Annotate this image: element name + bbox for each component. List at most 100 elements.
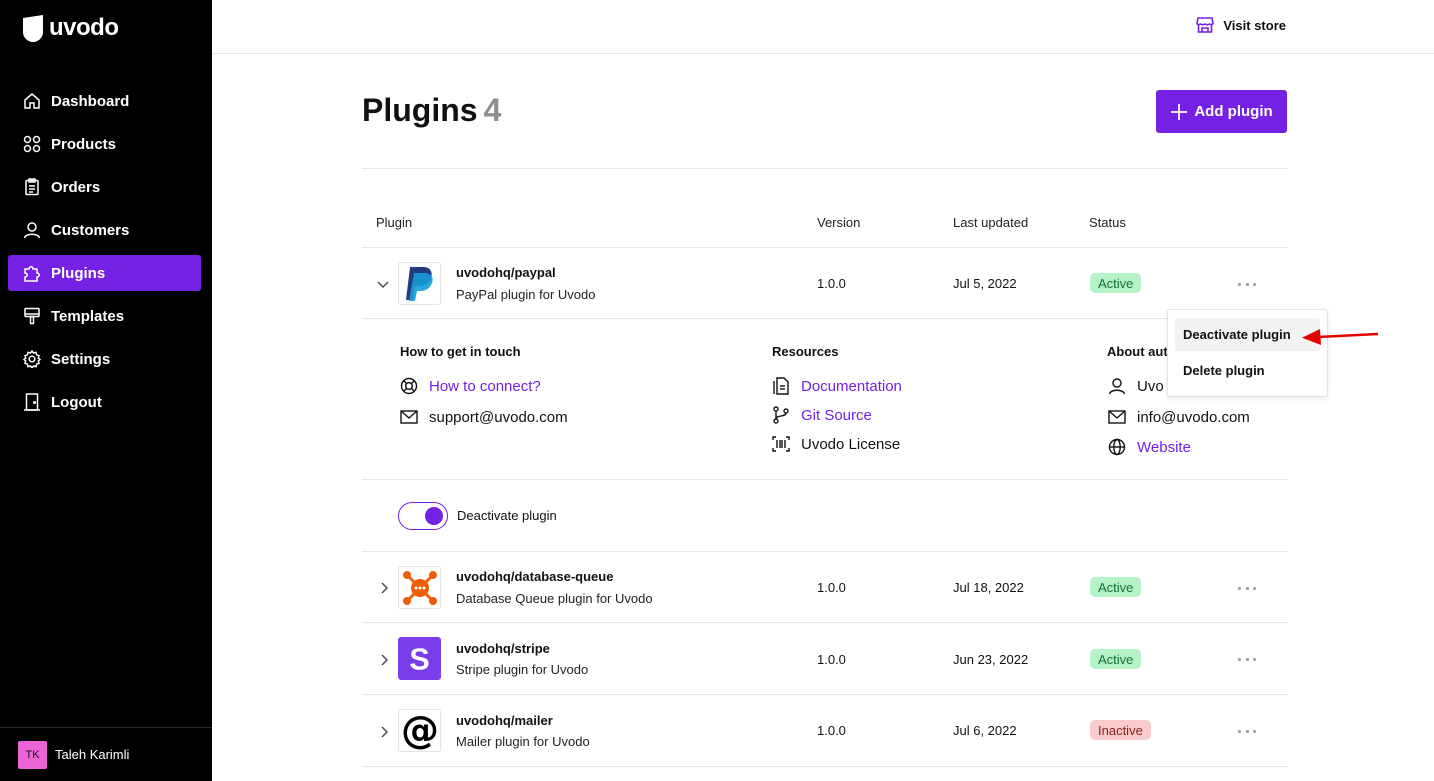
- divider: [362, 766, 1287, 767]
- sidebar-item-label: Templates: [51, 307, 125, 325]
- toggle-knob: [425, 507, 443, 525]
- plugin-name[interactable]: uvodohq/database-queue: [456, 569, 613, 584]
- plugin-actions-menu: Deactivate plugin Delete plugin: [1167, 309, 1328, 397]
- user-icon: [22, 220, 42, 240]
- plugin-version: 1.0.0: [817, 580, 846, 595]
- svg-text:@: @: [401, 711, 439, 751]
- divider: [362, 247, 1287, 248]
- documentation-row: Documentation: [772, 377, 902, 395]
- status-badge: Active: [1090, 273, 1142, 293]
- status-badge: Inactive: [1090, 720, 1151, 740]
- page-title: Plugins 4: [362, 92, 501, 129]
- git-source-row: Git Source: [772, 406, 872, 424]
- puzzle-icon: [22, 263, 42, 283]
- plugin-description: Stripe plugin for Uvodo: [456, 662, 589, 677]
- plugin-name[interactable]: uvodohq/paypal: [456, 265, 556, 280]
- divider: [362, 622, 1287, 623]
- sidebar-nav: Dashboard Products Orders Customers Plug…: [8, 83, 201, 427]
- chevron-right-icon[interactable]: [377, 725, 391, 739]
- sidebar-item-label: Settings: [51, 350, 111, 368]
- plugin-description: Mailer plugin for Uvodo: [456, 734, 590, 749]
- more-options-button[interactable]: [1238, 726, 1256, 736]
- how-to-connect-row: How to connect?: [400, 377, 541, 395]
- status-badge: Active: [1090, 577, 1142, 597]
- plugin-updated: Jul 6, 2022: [953, 723, 1017, 738]
- sidebar-item-label: Customers: [51, 221, 130, 239]
- divider: [362, 318, 1287, 319]
- column-header-last-updated: Last updated: [953, 215, 1029, 230]
- menu-item-deactivate[interactable]: Deactivate plugin: [1175, 318, 1320, 351]
- mail-icon: [400, 408, 418, 426]
- sidebar-item-logout[interactable]: Logout: [8, 384, 201, 420]
- author-section-title: About aut: [1107, 344, 1168, 359]
- sidebar-item-customers[interactable]: Customers: [8, 212, 201, 248]
- column-header-status: Status: [1089, 215, 1126, 230]
- more-options-button[interactable]: [1238, 583, 1256, 593]
- sidebar-item-label: Plugins: [51, 264, 106, 282]
- paypal-logo: [398, 262, 441, 305]
- app-logo[interactable]: uvodo: [23, 14, 119, 42]
- document-icon: [772, 377, 790, 395]
- website-link[interactable]: Website: [1137, 439, 1191, 456]
- plugin-name[interactable]: uvodohq/stripe: [456, 641, 550, 656]
- divider: [362, 479, 1287, 480]
- license-row: Uvodo License: [772, 435, 900, 453]
- user-profile[interactable]: TK Taleh Karimli: [0, 727, 212, 781]
- add-plugin-button[interactable]: Add plugin: [1156, 90, 1287, 133]
- deactivate-toggle[interactable]: [398, 502, 448, 530]
- toggle-label: Deactivate plugin: [457, 508, 557, 523]
- topbar: Visit store: [212, 0, 1434, 54]
- support-email-row: support@uvodo.com: [400, 408, 568, 426]
- plugin-version: 1.0.0: [817, 723, 846, 738]
- sidebar-item-orders[interactable]: Orders: [8, 169, 201, 205]
- lifebuoy-icon: [400, 377, 418, 395]
- plugin-updated: Jul 18, 2022: [953, 580, 1024, 595]
- plugin-version: 1.0.0: [817, 652, 846, 667]
- plugin-version: 1.0.0: [817, 276, 846, 291]
- more-options-button[interactable]: [1238, 654, 1256, 664]
- visit-store-link[interactable]: Visit store: [1196, 16, 1286, 34]
- author-email-row: info@uvodo.com: [1108, 408, 1250, 426]
- column-header-plugin: Plugin: [376, 215, 413, 230]
- add-plugin-label: Add plugin: [1194, 103, 1273, 120]
- git-source-link[interactable]: Git Source: [801, 407, 872, 424]
- sidebar-item-templates[interactable]: Templates: [8, 298, 201, 334]
- uvodo-logo-icon: [23, 14, 43, 42]
- sidebar-item-plugins[interactable]: Plugins: [8, 255, 201, 291]
- arrow-icon: [1302, 329, 1379, 345]
- home-icon: [22, 91, 42, 111]
- sidebar-item-products[interactable]: Products: [8, 126, 201, 162]
- sidebar-item-dashboard[interactable]: Dashboard: [8, 83, 201, 119]
- sidebar: uvodo Dashboard Products Orders Customer…: [0, 0, 212, 781]
- website-row: Website: [1108, 438, 1191, 456]
- documentation-link[interactable]: Documentation: [801, 378, 902, 395]
- chevron-down-icon[interactable]: [376, 277, 390, 291]
- mail-icon: [1108, 408, 1126, 426]
- gear-icon: [22, 349, 42, 369]
- chevron-right-icon[interactable]: [377, 653, 391, 667]
- sidebar-item-label: Products: [51, 135, 117, 153]
- brush-icon: [22, 306, 42, 326]
- plugin-description: PayPal plugin for Uvodo: [456, 287, 596, 302]
- menu-item-delete[interactable]: Delete plugin: [1175, 354, 1320, 387]
- plugin-updated: Jul 5, 2022: [953, 276, 1017, 291]
- divider: [362, 551, 1287, 552]
- page-title-text: Plugins: [362, 92, 478, 128]
- sidebar-item-settings[interactable]: Settings: [8, 341, 201, 377]
- git-branch-icon: [772, 406, 790, 424]
- plugin-name[interactable]: uvodohq/mailer: [456, 713, 553, 728]
- chevron-right-icon[interactable]: [377, 581, 391, 595]
- license-text: Uvodo License: [801, 435, 901, 453]
- svg-text:S: S: [409, 642, 429, 676]
- store-icon: [1196, 17, 1215, 33]
- database-queue-logo: [398, 566, 441, 609]
- status-badge: Active: [1090, 649, 1142, 669]
- author-email: info@uvodo.com: [1137, 408, 1250, 426]
- visit-store-label: Visit store: [1223, 17, 1286, 33]
- divider: [362, 694, 1287, 695]
- more-options-button[interactable]: [1238, 279, 1256, 289]
- resources-section-title: Resources: [772, 344, 839, 359]
- how-to-connect-link[interactable]: How to connect?: [429, 378, 541, 395]
- sidebar-item-label: Orders: [51, 178, 101, 196]
- stripe-logo: S: [398, 637, 441, 680]
